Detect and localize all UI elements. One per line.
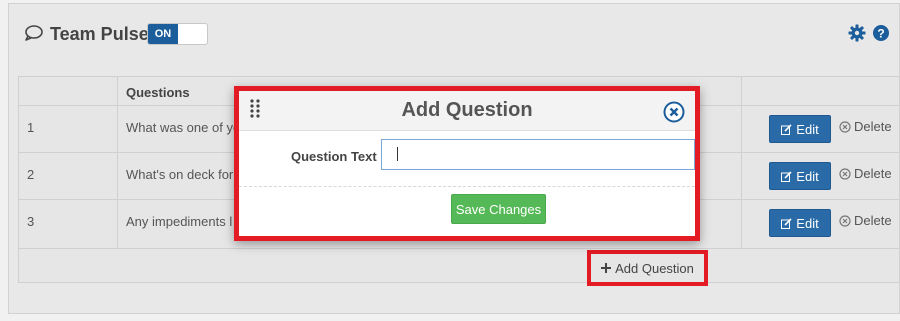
delete-icon [839, 167, 851, 180]
delete-button[interactable]: Delete [839, 119, 892, 134]
row-question: What's on deck for [126, 167, 234, 182]
add-question-button[interactable]: Add Question [587, 250, 708, 286]
edit-label: Edit [796, 121, 819, 137]
edit-icon [781, 170, 792, 182]
row-question: What was one of yo [126, 120, 241, 135]
edit-label: Edit [796, 168, 819, 184]
delete-icon [839, 120, 851, 133]
toggle-on-label: ON [148, 24, 178, 44]
close-icon[interactable] [663, 101, 685, 128]
edit-button[interactable]: Edit [769, 209, 831, 237]
delete-button[interactable]: Delete [839, 166, 892, 181]
edit-button[interactable]: Edit [769, 115, 831, 143]
modal-title: Add Question [401, 99, 533, 121]
modal-divider [239, 186, 695, 187]
save-changes-button[interactable]: Save Changes [451, 194, 546, 224]
delete-button[interactable]: Delete [839, 213, 892, 228]
delete-label: Delete [854, 213, 892, 228]
edit-icon [781, 123, 792, 135]
table-divider [19, 248, 899, 249]
delete-label: Delete [854, 166, 892, 181]
row-number: 3 [27, 214, 35, 229]
page-title: Team Pulse [50, 24, 149, 44]
edit-icon [781, 217, 792, 229]
add-question-label: Add Question [615, 260, 694, 276]
modal-header: Add Question [239, 91, 695, 131]
edit-button[interactable]: Edit [769, 162, 831, 190]
help-icon[interactable]: ? [872, 24, 890, 47]
page-header: Team Pulse ON ? [8, 22, 892, 46]
add-question-modal: Add Question Question Text Save Changes [234, 86, 700, 241]
question-text-input[interactable] [381, 139, 695, 170]
column-header-questions: Questions [126, 85, 190, 100]
team-pulse-toggle[interactable]: ON [147, 23, 208, 45]
svg-text:?: ? [877, 27, 884, 41]
chat-icon [24, 24, 44, 47]
question-text-label: Question Text [291, 149, 377, 164]
plus-icon [601, 263, 612, 273]
gear-icon[interactable] [848, 24, 866, 47]
text-caret [397, 147, 398, 161]
delete-label: Delete [854, 119, 892, 134]
row-question: Any impediments l [126, 214, 233, 229]
edit-label: Edit [796, 215, 819, 231]
row-number: 2 [27, 167, 35, 182]
row-number: 1 [27, 120, 35, 135]
delete-icon [839, 214, 851, 227]
